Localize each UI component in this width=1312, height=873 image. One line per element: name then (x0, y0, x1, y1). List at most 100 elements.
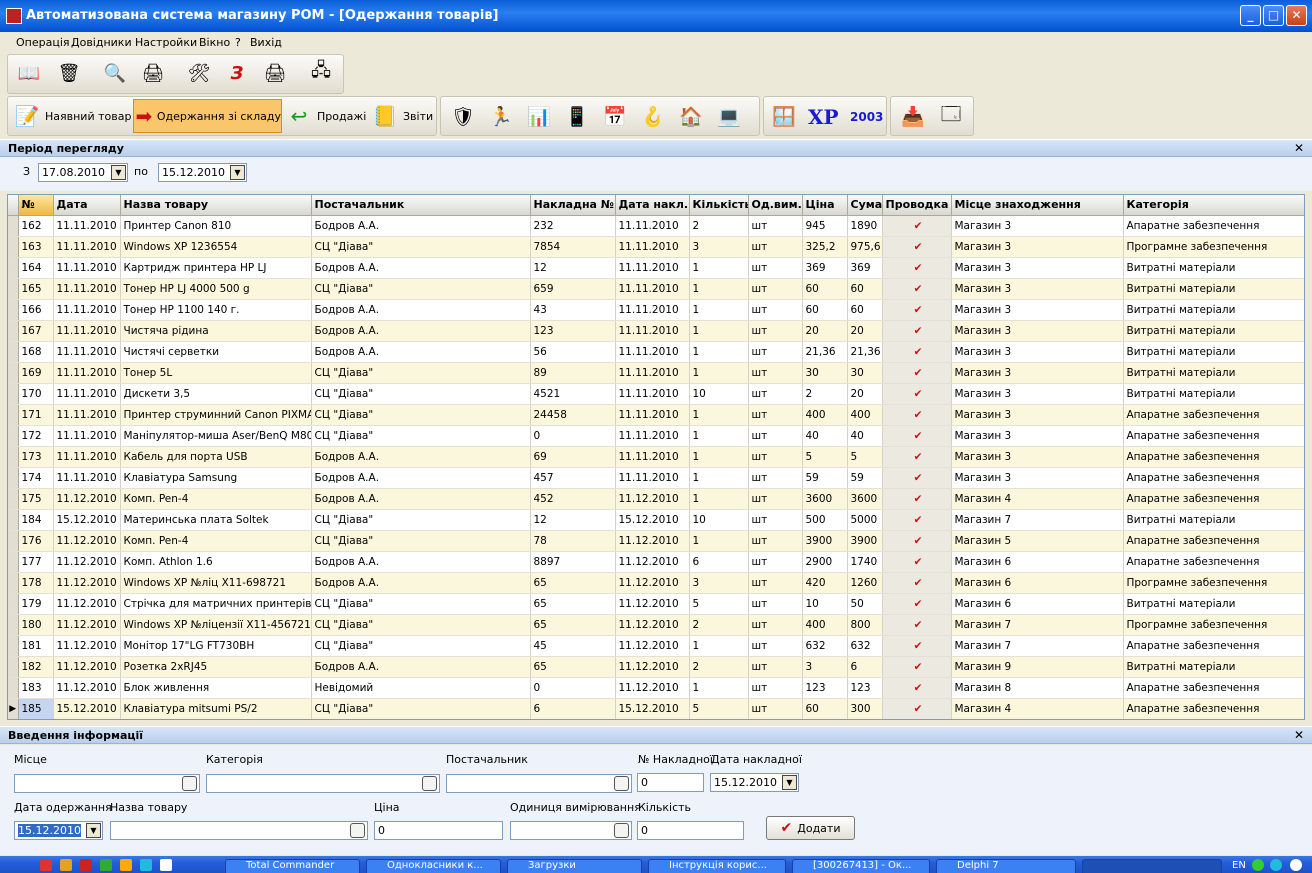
col-supplier-cell[interactable]: Бодров А.А. (311, 446, 531, 468)
col-product-cell[interactable]: Тонер HP LJ 4000 500 g (120, 278, 312, 300)
col-product-cell[interactable]: Маніпулятор-миша Aser/BenQ M800 (120, 425, 312, 447)
row-indicator[interactable] (8, 425, 19, 447)
table-row[interactable]: 169 11.11.2010 Тонер 5L СЦ "Діава" 89 11.11.2… (8, 362, 1304, 384)
col-number-cell[interactable]: 184 (18, 509, 54, 531)
col-date-cell[interactable]: 11.12.2010 (53, 677, 121, 699)
col-price-cell[interactable]: 3900 (802, 530, 848, 552)
col-supplier-cell[interactable]: Бодров А.А. (311, 488, 531, 510)
table-row[interactable]: 176 11.12.2010 Комп. Pen-4 СЦ "Діава" 78 11.1… (8, 530, 1304, 552)
col-price-cell[interactable]: 10 (802, 593, 848, 615)
col-sum-header[interactable]: Сума (847, 195, 883, 216)
row-indicator[interactable] (8, 635, 19, 657)
col-number-cell[interactable]: 178 (18, 572, 54, 594)
col-invoice-no-cell[interactable]: 8897 (530, 551, 616, 573)
col-supplier-cell[interactable]: СЦ "Діава" (311, 593, 531, 615)
col-price-cell[interactable]: 30 (802, 362, 848, 384)
col-price-cell[interactable]: 3600 (802, 488, 848, 510)
col-invoice-date-cell[interactable]: 11.12.2010 (615, 572, 690, 594)
col-date-cell[interactable]: 11.11.2010 (53, 215, 121, 237)
col-invoice-no-cell[interactable]: 452 (530, 488, 616, 510)
col-supplier-cell[interactable]: Бодров А.А. (311, 341, 531, 363)
nav-reports[interactable]: 📒 Звіти (370, 99, 436, 133)
col-unit-cell[interactable]: шт (748, 572, 803, 594)
task-downloads[interactable]: Загрузки (507, 859, 642, 873)
print-preview-icon[interactable]: 🖨 (138, 58, 168, 88)
table-row[interactable]: 180 11.12.2010 Windows XP №ліцензії X11-45… (8, 614, 1304, 636)
col-product-cell[interactable]: Комп. Pen-4 (120, 530, 312, 552)
add-button[interactable]: ✔ Додати (766, 816, 855, 840)
col-supplier-cell[interactable]: СЦ "Діава" (311, 698, 531, 719)
row-indicator[interactable] (8, 446, 19, 468)
col-location-cell[interactable]: Магазин 3 (951, 257, 1124, 279)
money-man-icon[interactable]: 🏃 (485, 100, 517, 132)
row-indicator[interactable] (8, 551, 19, 573)
col-unit-cell[interactable]: шт (748, 488, 803, 510)
row-indicator[interactable] (8, 341, 19, 363)
table-row[interactable]: 174 11.11.2010 Клавіатура Samsung Бодров А.… (8, 467, 1304, 489)
row-indicator[interactable] (8, 404, 19, 426)
col-location-cell[interactable]: Магазин 9 (951, 656, 1124, 678)
col-product-cell[interactable]: Тонер HP 1100 140 г. (120, 299, 312, 321)
trash-icon[interactable]: 🗑 (54, 58, 84, 88)
col-number-cell[interactable]: 174 (18, 467, 54, 489)
table-row[interactable]: 181 11.12.2010 Монітор 17"LG FT730BH СЦ "Ді… (8, 635, 1304, 657)
posting-check-icon[interactable]: ✔ (882, 677, 952, 699)
col-invoice-date-header[interactable]: Дата накл. (615, 195, 690, 216)
row-indicator[interactable] (8, 467, 19, 489)
row-indicator[interactable] (8, 677, 19, 699)
row-indicator[interactable] (8, 257, 19, 279)
col-date-cell[interactable]: 11.11.2010 (53, 299, 121, 321)
col-sum-cell[interactable]: 40 (847, 425, 883, 447)
lookup-button[interactable] (182, 776, 197, 791)
col-supplier-cell[interactable]: Бодров А.А. (311, 320, 531, 342)
col-number-cell[interactable]: 170 (18, 383, 54, 405)
col-category-cell[interactable]: Апаратне забезпечення (1123, 530, 1304, 552)
quicklaunch-icon[interactable] (100, 859, 112, 871)
col-date-cell[interactable]: 11.11.2010 (53, 320, 121, 342)
posting-check-icon[interactable]: ✔ (882, 572, 952, 594)
col-location-cell[interactable]: Магазин 8 (951, 677, 1124, 699)
col-number-cell[interactable]: 166 (18, 299, 54, 321)
col-product-header[interactable]: Назва товару (120, 195, 312, 216)
invoice-date-field[interactable]: 15.12.2010 ▼ (710, 773, 799, 792)
col-unit-cell[interactable]: шт (748, 257, 803, 279)
col-number-cell[interactable]: 173 (18, 446, 54, 468)
print-icon[interactable]: 🖨 (260, 58, 290, 88)
col-qty-cell[interactable]: 1 (689, 446, 749, 468)
posting-check-icon[interactable]: ✔ (882, 593, 952, 615)
chevron-down-icon[interactable]: ▼ (86, 823, 101, 838)
table-row[interactable]: 166 11.11.2010 Тонер HP 1100 140 г. Бодров … (8, 299, 1304, 321)
col-price-cell[interactable]: 40 (802, 425, 848, 447)
col-qty-cell[interactable]: 1 (689, 257, 749, 279)
col-unit-cell[interactable]: шт (748, 320, 803, 342)
col-invoice-date-cell[interactable]: 11.11.2010 (615, 341, 690, 363)
input-close-icon[interactable]: ✕ (1294, 728, 1304, 742)
col-sum-cell[interactable]: 5 (847, 446, 883, 468)
col-price-cell[interactable]: 2900 (802, 551, 848, 573)
col-category-cell[interactable]: Апаратне забезпечення (1123, 698, 1304, 719)
table-row[interactable]: 173 11.11.2010 Кабель для порта USB Бодров … (8, 446, 1304, 468)
col-date-cell[interactable]: 11.11.2010 (53, 278, 121, 300)
col-location-cell[interactable]: Магазин 4 (951, 698, 1124, 719)
col-qty-cell[interactable]: 1 (689, 467, 749, 489)
chevron-down-icon[interactable]: ▼ (230, 165, 245, 180)
nav-receive-from-stock[interactable]: ➡ Одержання зі складу (133, 99, 282, 133)
col-location-cell[interactable]: Магазин 5 (951, 530, 1124, 552)
col-qty-cell[interactable]: 3 (689, 236, 749, 258)
row-indicator[interactable] (8, 383, 19, 405)
col-unit-cell[interactable]: шт (748, 530, 803, 552)
posting-check-icon[interactable]: ✔ (882, 698, 952, 719)
quicklaunch-icon[interactable] (140, 859, 152, 871)
title-bar[interactable]: Автоматизована система магазину РОМ - [О… (0, 0, 1312, 32)
col-category-cell[interactable]: Апаратне забезпечення (1123, 425, 1304, 447)
col-date-cell[interactable]: 11.12.2010 (53, 551, 121, 573)
row-indicator[interactable] (8, 593, 19, 615)
col-sum-cell[interactable]: 1890 (847, 215, 883, 237)
lookup-button[interactable] (614, 823, 629, 838)
col-number-cell[interactable]: 164 (18, 257, 54, 279)
menu-window[interactable]: Вікно (199, 36, 230, 49)
col-qty-cell[interactable]: 1 (689, 677, 749, 699)
col-category-cell[interactable]: Апаратне забезпечення (1123, 446, 1304, 468)
col-invoice-date-cell[interactable]: 11.11.2010 (615, 257, 690, 279)
col-invoice-no-cell[interactable]: 232 (530, 215, 616, 237)
